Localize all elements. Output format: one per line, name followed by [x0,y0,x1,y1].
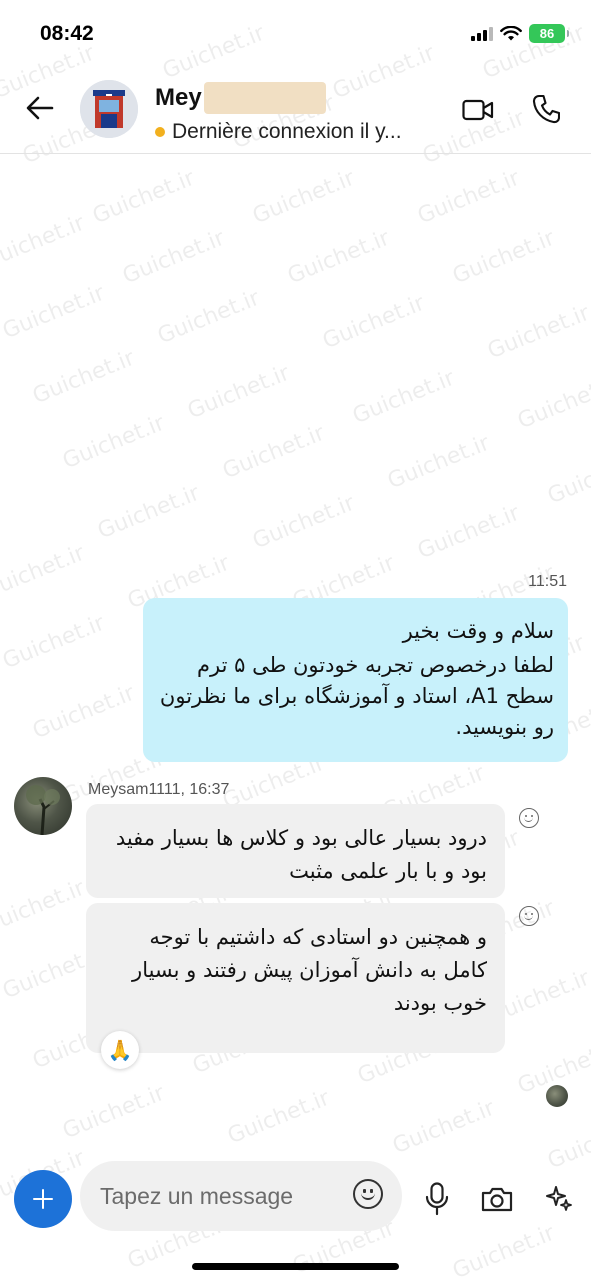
contact-name: Mey [155,84,202,111]
tree-photo-icon [26,785,60,835]
presence-status: Dernière connexion il y... [172,120,402,143]
watermark-text: Guichet.ir [0,610,109,675]
watermark-text: Guichet.ir [389,1095,499,1160]
status-bar: 08:42 86 [0,0,591,62]
presence-row: Dernière connexion il y... [155,120,402,144]
watermark-text: Guichet.ir [219,420,329,485]
watermark-text: Guichet.ir [284,225,394,290]
watermark-text: Guichet.ir [449,225,559,290]
watermark-text: Guichet.ir [0,210,89,275]
incoming-message-bubble[interactable]: و همچنین دو استادی که داشتیم با توجه کام… [86,903,505,1053]
watermark-text: Guichet.ir [29,680,139,745]
booth-logo-icon [80,80,138,138]
incoming-message-bubble[interactable]: درود بسیار عالی بود و کلاس ها بسیار مفید… [86,804,505,898]
watermark-text: Guichet.ir [59,410,169,475]
watermark-text: Guichet.ir [484,300,591,365]
watermark-text: Guichet.ir [0,540,89,605]
folded-hands-reaction[interactable]: 🙏 [101,1031,139,1069]
message-text: لطفا درخصوص تجربه خودتون طی ۵ ترم سطح A1… [159,653,554,739]
message-text: درود بسیار عالی بود و کلاس ها بسیار مفید… [115,826,487,883]
microphone-icon[interactable] [425,1182,449,1216]
chat-header: Mey Dernière connexion il y... [0,62,591,154]
add-reaction-icon[interactable] [519,906,539,926]
watermark-text: Guichet.ir [0,280,109,345]
read-receipt-avatar [546,1085,568,1107]
add-attachment-button[interactable] [14,1170,72,1228]
emoji-icon[interactable] [353,1179,383,1209]
cellular-signal-icon [471,26,493,41]
watermark-text: Guichet.ir [89,165,199,230]
sender-name-time: Meysam1111, 16:37 [88,781,230,798]
watermark-text: Guichet.ir [59,1080,169,1145]
watermark-text: Guichet.ir [514,370,591,435]
wifi-icon [500,25,522,40]
camera-icon[interactable] [481,1186,513,1212]
watermark-text: Guichet.ir [224,1085,334,1150]
message-composer [0,1158,591,1238]
folded-hands-icon: 🙏 [107,1038,133,1062]
watermark-text: Guichet.ir [319,290,429,355]
presence-dot-icon [155,127,165,137]
sender-avatar[interactable] [14,777,72,835]
name-redaction [203,82,326,114]
sparkle-icon[interactable] [545,1184,573,1212]
contact-name-row[interactable]: Mey [155,82,326,114]
status-icons: 86 [471,24,569,43]
message-text: سلام و وقت بخیر [402,619,554,643]
video-call-icon[interactable] [462,98,494,122]
watermark-text: Guichet.ir [384,430,494,495]
message-text: و همچنین دو استادی که داشتیم با توجه کام… [132,925,487,1015]
contact-avatar[interactable] [80,80,138,138]
add-reaction-icon[interactable] [519,808,539,828]
watermark-text: Guichet.ir [0,875,89,940]
battery-icon: 86 [529,24,569,43]
home-indicator [192,1263,399,1270]
watermark-text: Guichet.ir [249,165,359,230]
battery-level: 86 [539,26,555,41]
phone-icon[interactable] [532,94,560,124]
message-input[interactable] [100,1179,340,1213]
watermark-text: Guichet.ir [94,480,204,545]
watermark-text: Guichet.ir [184,360,294,425]
watermark-text: Guichet.ir [349,365,459,430]
watermark-text: Guichet.ir [414,165,524,230]
watermark-text: Guichet.ir [249,490,359,555]
watermark-text: Guichet.ir [544,445,591,510]
watermark-text: Guichet.ir [414,500,524,565]
outgoing-message-bubble[interactable]: سلام و وقت بخیر لطفا درخصوص تجربه خودتون… [143,598,568,762]
watermark-text: Guichet.ir [119,225,229,290]
status-time: 08:42 [40,22,94,45]
outgoing-message-time: 11:51 [528,573,567,590]
watermark-text: Guichet.ir [29,345,139,410]
back-arrow-icon[interactable] [24,92,56,124]
watermark-text: Guichet.ir [154,285,264,350]
